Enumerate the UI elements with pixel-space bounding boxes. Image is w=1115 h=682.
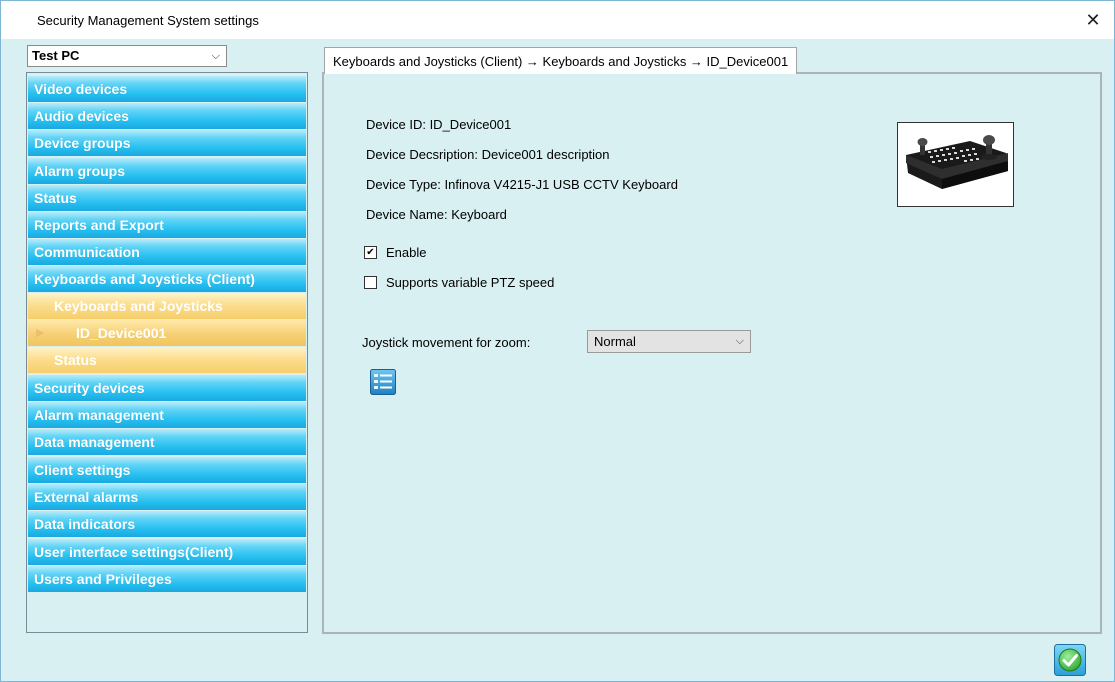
- settings-sidebar: Video devices Audio devices Device group…: [26, 72, 308, 633]
- ptz-speed-checkbox-row[interactable]: Supports variable PTZ speed: [364, 275, 554, 290]
- client-select[interactable]: Test PC ⌵: [27, 45, 227, 67]
- client-select-value: Test PC: [32, 48, 80, 63]
- keyboard-joystick-image: [897, 122, 1014, 207]
- title-bar: Security Management System settings ✕: [1, 1, 1114, 39]
- sidebar-item-audio-devices[interactable]: Audio devices: [28, 103, 306, 129]
- settings-window: Security Management System settings ✕ Te…: [0, 0, 1115, 682]
- zoom-movement-value: Normal: [594, 334, 636, 349]
- sidebar-subitem-status[interactable]: Status: [28, 347, 306, 373]
- sidebar-item-data-management[interactable]: Data management: [28, 429, 306, 455]
- sidebar-item-keyboards-joysticks-client[interactable]: Keyboards and Joysticks (Client): [28, 266, 306, 292]
- device-type-text: Device Type: Infinova V4215-J1 USB CCTV …: [366, 177, 678, 192]
- sidebar-item-external-alarms[interactable]: External alarms: [28, 484, 306, 510]
- sidebar-subitem-label: ID_Device001: [76, 325, 167, 341]
- sidebar-item-communication[interactable]: Communication: [28, 239, 306, 265]
- tab-device-breadcrumb[interactable]: Keyboards and Joysticks (Client) → Keybo…: [324, 47, 798, 74]
- sidebar-item-client-settings[interactable]: Client settings: [28, 457, 306, 483]
- window-title: Security Management System settings: [37, 13, 259, 28]
- list-settings-icon[interactable]: [370, 369, 396, 395]
- sidebar-item-user-interface-settings[interactable]: User interface settings(Client): [28, 539, 306, 565]
- ptz-speed-checkbox[interactable]: [364, 276, 377, 289]
- device-name-text: Device Name: Keyboard: [366, 207, 507, 222]
- zoom-movement-select[interactable]: Normal ⌵: [587, 330, 751, 353]
- sidebar-item-reports-export[interactable]: Reports and Export: [28, 212, 306, 238]
- sidebar-item-data-indicators[interactable]: Data indicators: [28, 511, 306, 537]
- sidebar-item-device-groups[interactable]: Device groups: [28, 130, 306, 156]
- zoom-movement-label: Joystick movement for zoom:: [362, 335, 531, 350]
- sidebar-subitem-keyboards-joysticks[interactable]: Keyboards and Joysticks: [28, 293, 306, 319]
- ptz-speed-label: Supports variable PTZ speed: [386, 275, 555, 290]
- close-icon[interactable]: ✕: [1082, 9, 1104, 31]
- device-description-text: Device Decsription: Device001 descriptio…: [366, 147, 610, 162]
- selected-arrow-icon: ▶: [36, 327, 45, 339]
- sidebar-item-alarm-groups[interactable]: Alarm groups: [28, 158, 306, 184]
- ok-check-icon[interactable]: [1054, 644, 1086, 676]
- device-id-text: Device ID: ID_Device001: [366, 117, 512, 132]
- chevron-down-icon: ⌵: [211, 50, 220, 62]
- enable-label: Enable: [386, 245, 427, 260]
- sidebar-item-alarm-management[interactable]: Alarm management: [28, 402, 306, 428]
- enable-checkbox[interactable]: ✔: [364, 246, 377, 259]
- sidebar-item-video-devices[interactable]: Video devices: [28, 76, 306, 102]
- chevron-down-icon: ⌵: [735, 335, 744, 347]
- sidebar-subitem-id-device001[interactable]: ▶ ID_Device001: [28, 320, 306, 346]
- device-settings-panel: Device ID: ID_Device001 Device Decsripti…: [322, 72, 1102, 634]
- enable-checkbox-row[interactable]: ✔ Enable: [364, 245, 426, 260]
- sidebar-item-security-devices[interactable]: Security devices: [28, 375, 306, 401]
- sidebar-item-status[interactable]: Status: [28, 185, 306, 211]
- sidebar-item-users-privileges[interactable]: Users and Privileges: [28, 566, 306, 592]
